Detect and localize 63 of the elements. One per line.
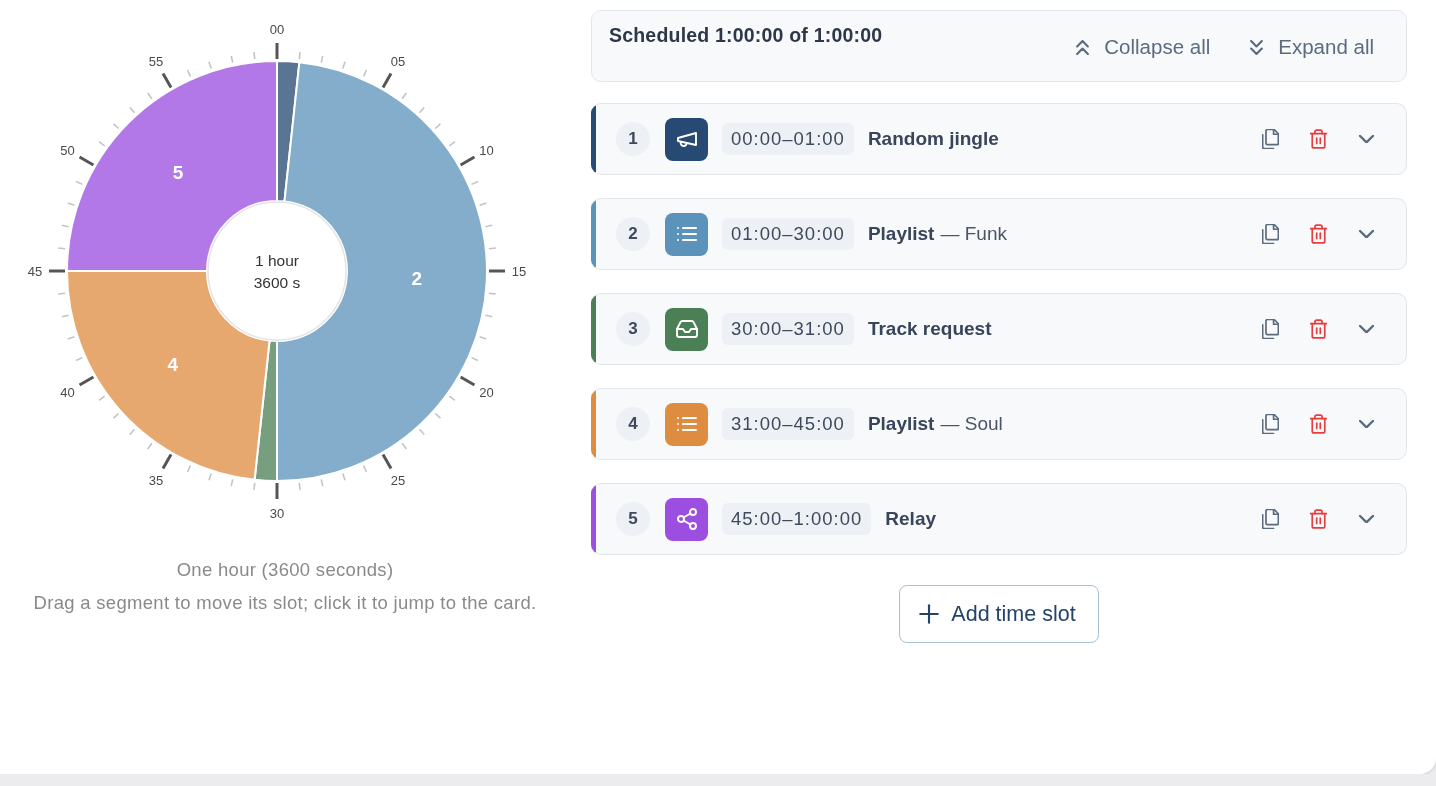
- trash-icon: [1309, 509, 1327, 529]
- schedule-total: Scheduled 1:00:00 of 1:00:00: [609, 24, 883, 46]
- trash-icon: [1309, 319, 1327, 339]
- time-range: 01:00–30:00: [722, 218, 854, 250]
- tick-label: 35: [148, 473, 164, 489]
- slot-title: Track request: [867, 318, 992, 340]
- tick-label: 20: [479, 384, 494, 400]
- slot-number: 5: [616, 502, 650, 536]
- center-label: 3600 s: [253, 273, 301, 291]
- slot-title: Relay: [885, 508, 936, 530]
- time-range: 30:00–31:00: [722, 313, 854, 345]
- slot-number: 2: [616, 217, 650, 251]
- copy-icon: [1261, 414, 1279, 434]
- time-slot-card[interactable]: 1 00:00–01:00 Random jingle: [591, 103, 1407, 175]
- copy-icon: [1261, 319, 1279, 339]
- time-range: 45:00–1:00:00: [722, 503, 872, 535]
- tick-label: 00: [269, 21, 285, 37]
- slot-detail: — Funk: [940, 223, 1007, 245]
- dial-caption: One hour (3600 seconds): [176, 559, 394, 581]
- tick-label: 05: [390, 53, 406, 69]
- tick-label: 55: [148, 53, 164, 69]
- copy-icon: [1261, 224, 1279, 244]
- trash-icon: [1309, 414, 1327, 434]
- slot-number: 3: [616, 312, 650, 346]
- time-range: 31:00–45:00: [722, 408, 854, 440]
- trash-icon: [1309, 129, 1327, 149]
- inbox-icon: [665, 307, 708, 351]
- trash-icon: [1309, 224, 1327, 244]
- share-icon: [665, 497, 708, 541]
- expand-all-button[interactable]: Expand all: [1242, 29, 1382, 65]
- plus-icon: [919, 604, 940, 624]
- chevrons-down-icon: [1250, 39, 1264, 55]
- time-slot-card[interactable]: 5 45:00–1:00:00 Relay: [591, 483, 1407, 555]
- collapse-all-button[interactable]: Collapse all: [1068, 29, 1219, 65]
- slice-label: 4: [167, 354, 179, 376]
- chevrons-up-icon: [1076, 39, 1090, 55]
- slot-number: 1: [616, 122, 650, 156]
- slot-number: 4: [616, 407, 650, 441]
- list-icon: [665, 402, 708, 446]
- tick-label: 25: [390, 473, 406, 489]
- center-label: 1 hour: [255, 251, 299, 269]
- tick-label: 30: [269, 505, 285, 521]
- copy-icon: [1261, 129, 1279, 149]
- time-slot-card[interactable]: 4 31:00–45:00 Playlist — Soul: [591, 388, 1407, 460]
- megaphone-icon: [665, 117, 708, 161]
- add-slot-button[interactable]: Add time slot: [899, 585, 1099, 643]
- tick-label: 45: [27, 263, 43, 279]
- slot-title: Playlist: [867, 413, 935, 435]
- slot-detail: — Soul: [940, 413, 1003, 435]
- slice-label: 2: [411, 267, 423, 289]
- tick-label: 15: [511, 263, 527, 279]
- tick-label: 40: [60, 384, 75, 400]
- tick-label: 10: [479, 142, 494, 158]
- copy-icon: [1261, 509, 1279, 529]
- time-slot-card[interactable]: 2 01:00–30:00 Playlist — Funk: [591, 198, 1407, 270]
- slot-title: Random jingle: [867, 128, 999, 150]
- slice-label: 5: [172, 161, 184, 183]
- list-icon: [665, 212, 708, 256]
- time-range: 00:00–01:00: [722, 123, 854, 155]
- dial-hint: Drag a segment to move its slot; click it to jump to the card.: [33, 592, 537, 614]
- tick-label: 50: [60, 142, 75, 158]
- time-slot-card[interactable]: 3 30:00–31:00 Track request: [591, 293, 1407, 365]
- slot-title: Playlist: [867, 223, 935, 245]
